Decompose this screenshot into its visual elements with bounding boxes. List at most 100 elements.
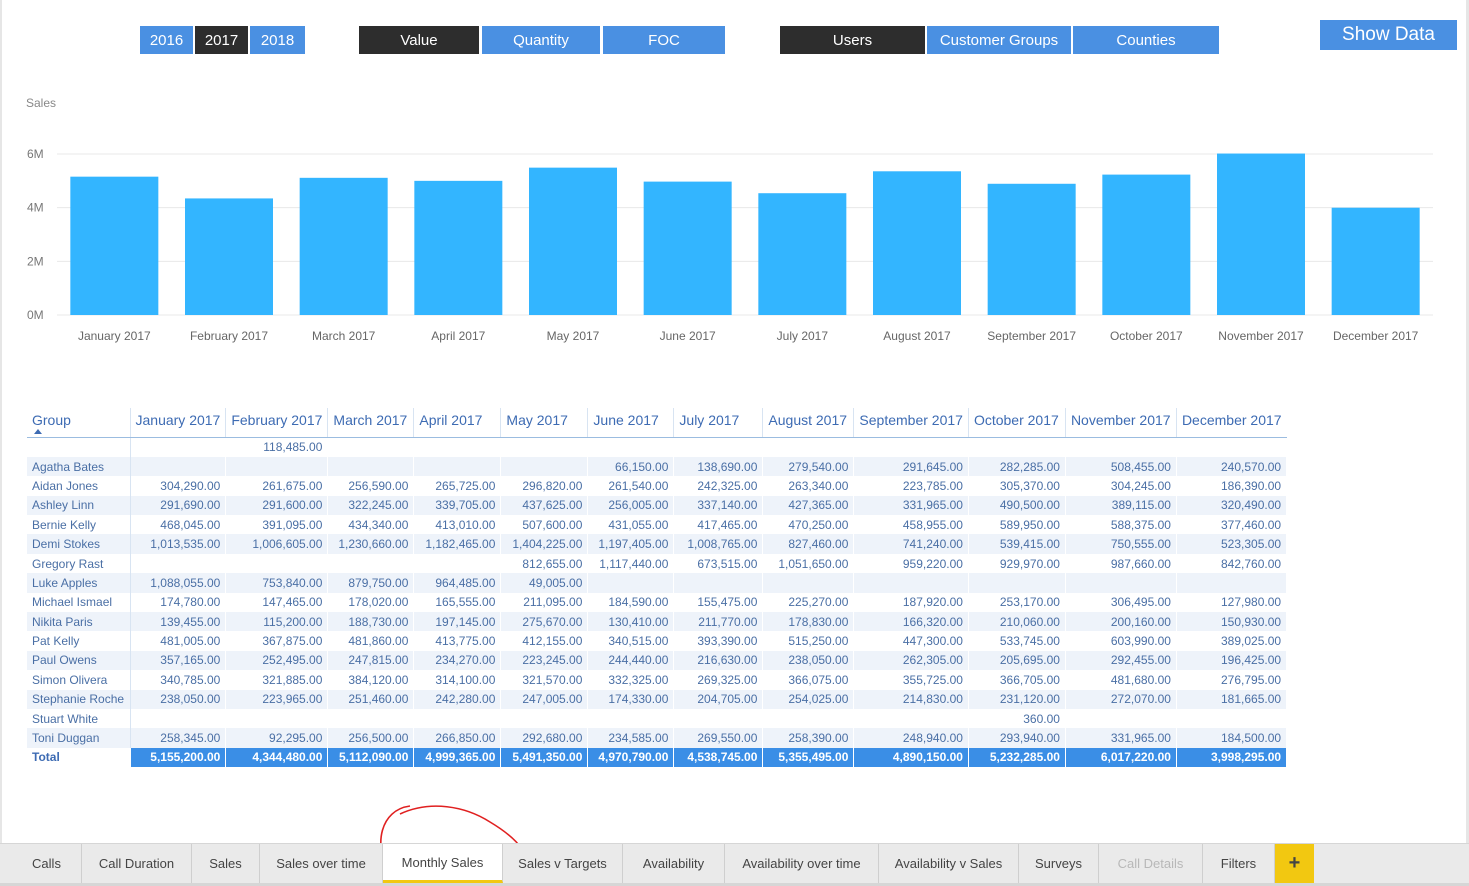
value-cell: 481,005.00 [130, 631, 227, 651]
value-cell: 357,165.00 [130, 650, 227, 671]
tab-surveys[interactable]: Surveys [1019, 844, 1099, 883]
month-column-header[interactable]: December 2017 [1176, 408, 1287, 438]
value-cell: 251,460.00 [327, 689, 415, 709]
value-cell: 339,705.00 [413, 495, 502, 516]
value-cell: 49,005.00 [500, 573, 589, 593]
value-cell: 753,840.00 [225, 573, 329, 593]
y-axis-title: Sales [26, 96, 56, 110]
month-column-header[interactable]: October 2017 [968, 408, 1066, 438]
measure-button-quantity[interactable]: Quantity [482, 26, 600, 54]
value-cell: 256,005.00 [587, 495, 675, 516]
value-cell: 360.00 [968, 708, 1066, 729]
month-column-header[interactable]: February 2017 [225, 408, 329, 438]
value-cell: 1,051,650.00 [762, 553, 855, 574]
value-cell: 437,625.00 [500, 495, 589, 516]
value-cell: 174,330.00 [587, 689, 675, 709]
year-button-2016[interactable]: 2016 [140, 26, 193, 54]
value-cell: 200,160.00 [1065, 612, 1177, 632]
bar [873, 171, 961, 315]
tab-availability-v-sales[interactable]: Availability v Sales [879, 844, 1019, 883]
value-cell: 138,690.00 [673, 456, 764, 477]
value-cell [762, 573, 855, 593]
year-button-2017[interactable]: 2017 [195, 26, 248, 54]
group-cell: Paul Owens [27, 650, 131, 671]
value-cell: 188,730.00 [327, 612, 415, 632]
month-column-header[interactable]: May 2017 [500, 408, 589, 438]
value-cell [500, 708, 589, 729]
value-cell: 92,295.00 [225, 728, 329, 748]
value-cell: 588,375.00 [1065, 515, 1177, 535]
table-row: Stephanie Roche 238,050.00 223,965.00 251,4… [27, 689, 1288, 709]
value-cell: 181,665.00 [1176, 689, 1288, 709]
tab-calls[interactable]: Calls [12, 844, 82, 883]
month-column-header[interactable]: August 2017 [762, 408, 855, 438]
tab-call-details[interactable]: Call Details [1099, 844, 1203, 883]
month-column-header[interactable]: September 2017 [853, 408, 969, 438]
add-page-button[interactable]: + [1275, 844, 1314, 883]
monthly-sales-matrix: Group January 2017 February 2017 March 201… [27, 408, 1288, 768]
tab-monthly-sales[interactable]: Monthly Sales [383, 844, 503, 883]
tab-filters[interactable]: Filters [1203, 844, 1275, 883]
value-cell: 322,245.00 [327, 495, 415, 516]
total-cell: 4,538,745.00 [673, 747, 764, 768]
x-tick-label: January 2017 [78, 329, 151, 343]
tab-sales-over-time[interactable]: Sales over time [260, 844, 383, 883]
month-column-header[interactable]: July 2017 [673, 408, 764, 438]
group-cell: Bernie Kelly [27, 515, 131, 535]
bar [414, 180, 503, 315]
grouping-button-users[interactable]: Users [780, 26, 925, 54]
value-cell: 196,425.00 [1176, 650, 1288, 671]
bar [758, 193, 847, 315]
show-data-button[interactable]: Show Data [1320, 20, 1457, 50]
month-column-header[interactable]: November 2017 [1065, 408, 1177, 438]
value-cell: 321,570.00 [500, 670, 589, 690]
value-cell: 533,745.00 [968, 631, 1066, 651]
month-column-header[interactable]: April 2017 [413, 408, 502, 438]
total-cell: 5,155,200.00 [130, 747, 227, 768]
value-cell: 291,600.00 [225, 495, 329, 516]
value-cell [1176, 437, 1288, 457]
measure-button-foc[interactable]: FOC [603, 26, 725, 54]
grouping-button-customer-groups[interactable]: Customer Groups [927, 26, 1071, 54]
value-cell: 427,365.00 [762, 495, 855, 516]
value-cell [327, 456, 415, 477]
value-cell [130, 437, 227, 457]
value-cell: 187,920.00 [853, 592, 969, 613]
x-tick-label: July 2017 [777, 329, 829, 343]
tab-call-duration[interactable]: Call Duration [82, 844, 192, 883]
value-cell: 458,955.00 [853, 515, 969, 535]
x-tick-label: October 2017 [1110, 329, 1183, 343]
value-cell: 389,025.00 [1176, 631, 1288, 651]
group-cell: Toni Duggan [27, 728, 131, 748]
grouping-button-counties[interactable]: Counties [1073, 26, 1219, 54]
year-button-2018[interactable]: 2018 [250, 26, 305, 54]
value-cell: 254,025.00 [762, 689, 855, 709]
value-cell: 150,930.00 [1176, 612, 1288, 632]
value-cell [130, 456, 227, 477]
tab-sales[interactable]: Sales [192, 844, 260, 883]
value-cell: 258,390.00 [762, 728, 855, 748]
value-cell: 178,830.00 [762, 612, 855, 632]
value-cell: 263,340.00 [762, 476, 855, 496]
month-column-header[interactable]: January 2017 [130, 408, 227, 438]
value-cell: 490,500.00 [968, 495, 1066, 516]
group-cell [27, 437, 131, 457]
measure-button-value[interactable]: Value [359, 26, 479, 54]
value-cell: 186,390.00 [1176, 476, 1288, 496]
tab-availability-over-time[interactable]: Availability over time [725, 844, 879, 883]
value-cell: 252,495.00 [225, 650, 329, 671]
value-cell: 1,230,660.00 [327, 534, 415, 554]
value-cell [500, 456, 589, 477]
x-tick-label: March 2017 [312, 329, 376, 343]
tab-sales-v-targets[interactable]: Sales v Targets [503, 844, 623, 883]
month-column-header[interactable]: March 2017 [327, 408, 415, 438]
value-cell: 391,095.00 [225, 515, 329, 535]
tab-availability[interactable]: Availability [623, 844, 725, 883]
total-cell: 5,355,495.00 [762, 747, 855, 768]
value-cell: 240,570.00 [1176, 456, 1288, 477]
value-cell: 127,980.00 [1176, 592, 1288, 613]
table-row: 118,485.00 [27, 437, 1288, 457]
value-cell: 468,045.00 [130, 515, 227, 535]
month-column-header[interactable]: June 2017 [587, 408, 675, 438]
group-column-header[interactable]: Group [27, 408, 131, 438]
